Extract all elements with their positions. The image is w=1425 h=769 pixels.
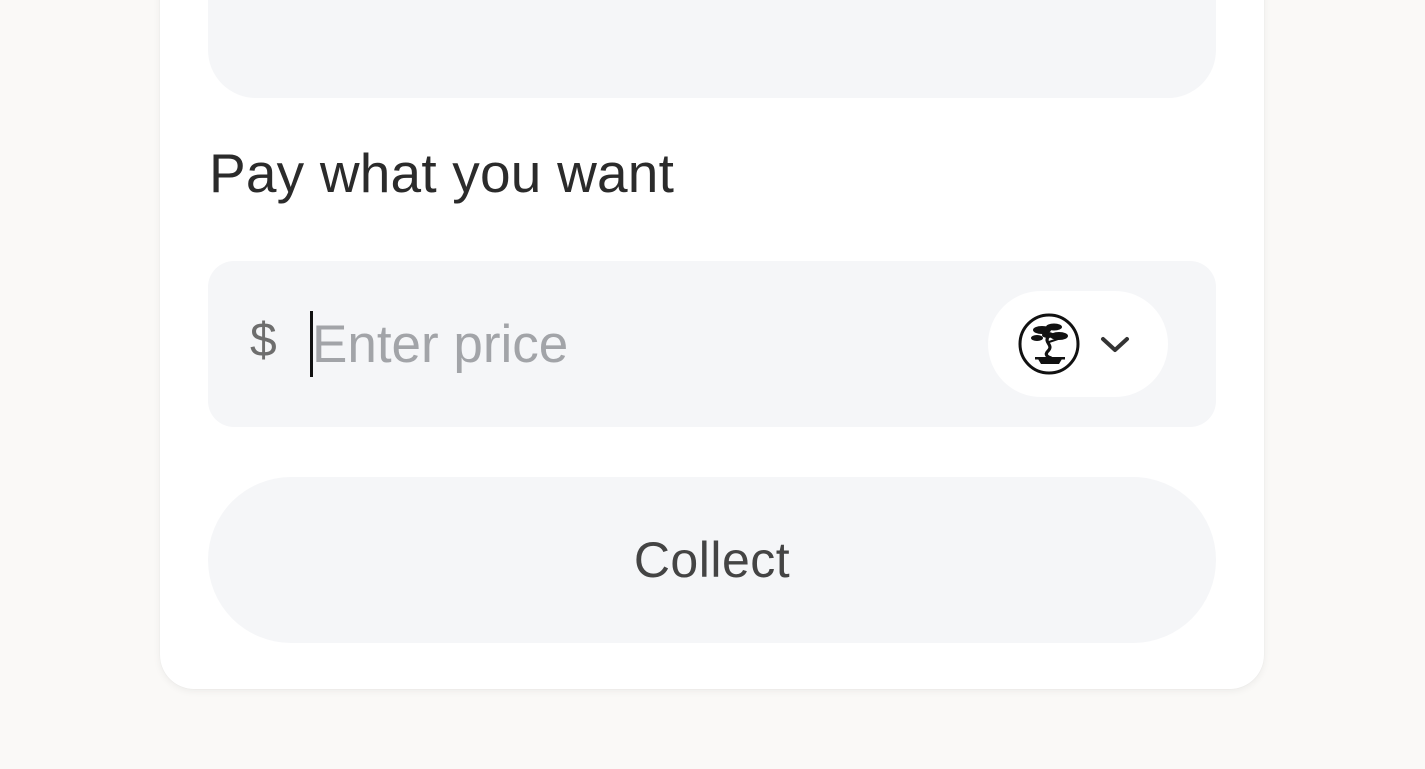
collect-button[interactable]: Collect: [208, 477, 1216, 643]
collect-card: Pay what you want $ Enter price Collect: [160, 0, 1264, 689]
price-input[interactable]: [312, 304, 952, 384]
content-panel: [208, 0, 1216, 98]
price-field[interactable]: $: [208, 261, 1216, 427]
currency-symbol: $: [250, 314, 277, 367]
chevron-down-icon: [1101, 337, 1129, 352]
bonsai-token-icon: [1018, 313, 1080, 375]
section-label: Pay what you want: [209, 142, 675, 204]
token-selector[interactable]: [988, 291, 1168, 397]
